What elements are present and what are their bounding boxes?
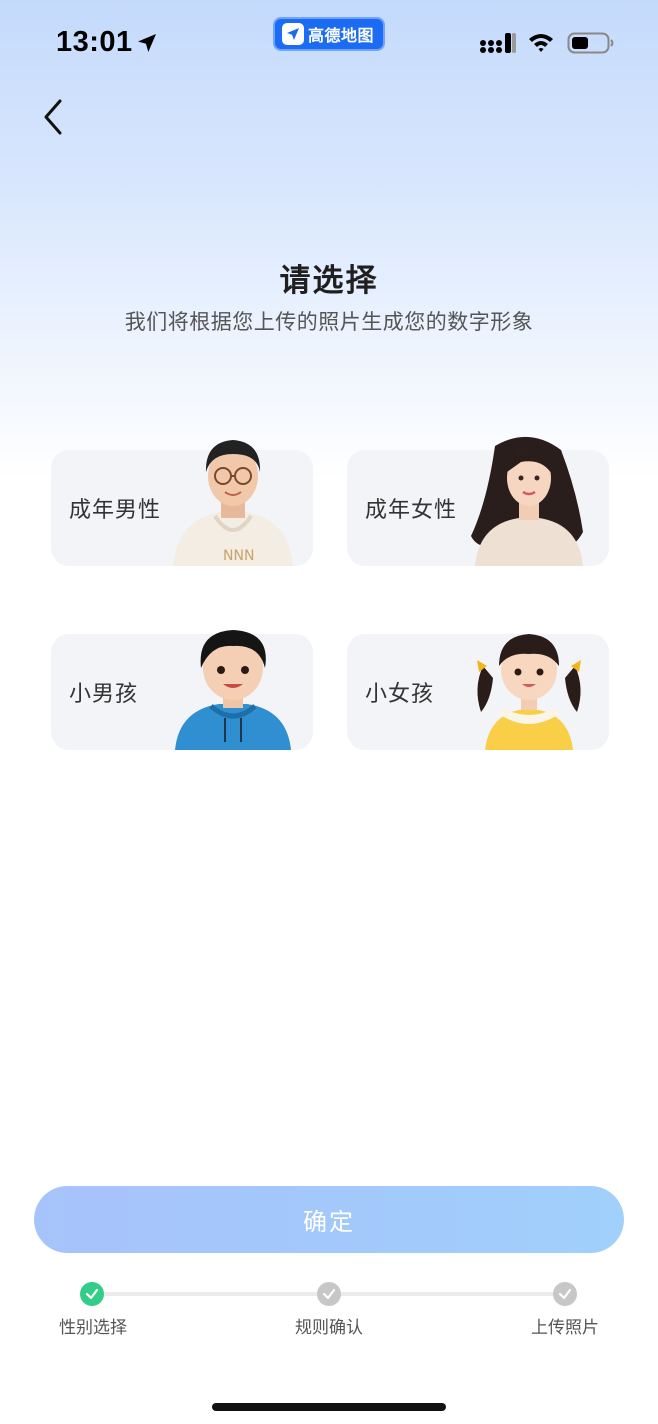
option-card-adult-male[interactable]: 成年男性 NNN <box>51 440 313 566</box>
back-button[interactable] <box>30 92 76 142</box>
status-bar: 13:01 高德地图 <box>0 0 658 88</box>
step-2-label: 规则确认 <box>295 1318 363 1338</box>
boy-avatar-icon <box>163 626 303 750</box>
girl-avatar-icon <box>459 626 599 750</box>
cellular-signal-icon <box>480 31 516 55</box>
step-2-check-icon <box>317 1282 341 1306</box>
step-3-check-icon <box>553 1282 577 1306</box>
location-arrow-icon <box>135 31 159 55</box>
step-1-check-icon <box>80 1282 104 1306</box>
home-indicator[interactable] <box>212 1403 446 1411</box>
option-card-boy[interactable]: 小男孩 <box>51 630 313 750</box>
step-3-label: 上传照片 <box>531 1318 599 1338</box>
option-card-girl[interactable]: 小女孩 <box>347 634 609 750</box>
step-connector <box>104 1292 317 1296</box>
back-to-app-pill[interactable]: 高德地图 <box>273 17 385 51</box>
page-subtitle: 我们将根据您上传的照片生成您的数字形象 <box>124 310 534 334</box>
option-label: 小女孩 <box>365 682 435 707</box>
progress-stepper: 性别选择 规则确认 上传照片 <box>0 1280 658 1340</box>
page-title: 请选择 <box>279 263 379 299</box>
step-connector <box>341 1292 554 1296</box>
svg-text:NNN: NNN <box>223 548 254 564</box>
option-card-adult-female[interactable]: 成年女性 <box>347 436 609 566</box>
app-pill-label: 高德地图 <box>308 26 375 45</box>
battery-icon <box>567 31 615 55</box>
step-1-label: 性别选择 <box>59 1318 127 1338</box>
chevron-left-icon <box>44 99 62 135</box>
option-label: 成年女性 <box>365 498 458 523</box>
confirm-button[interactable]: 确定 <box>34 1186 624 1253</box>
option-label: 成年男性 <box>69 498 162 523</box>
wifi-icon <box>527 30 555 54</box>
amap-logo-icon <box>282 23 304 45</box>
option-label: 小男孩 <box>69 682 139 707</box>
adult-female-avatar-icon <box>459 432 599 566</box>
status-time: 13:01 <box>56 26 133 58</box>
adult-male-avatar-icon: NNN <box>163 432 303 566</box>
